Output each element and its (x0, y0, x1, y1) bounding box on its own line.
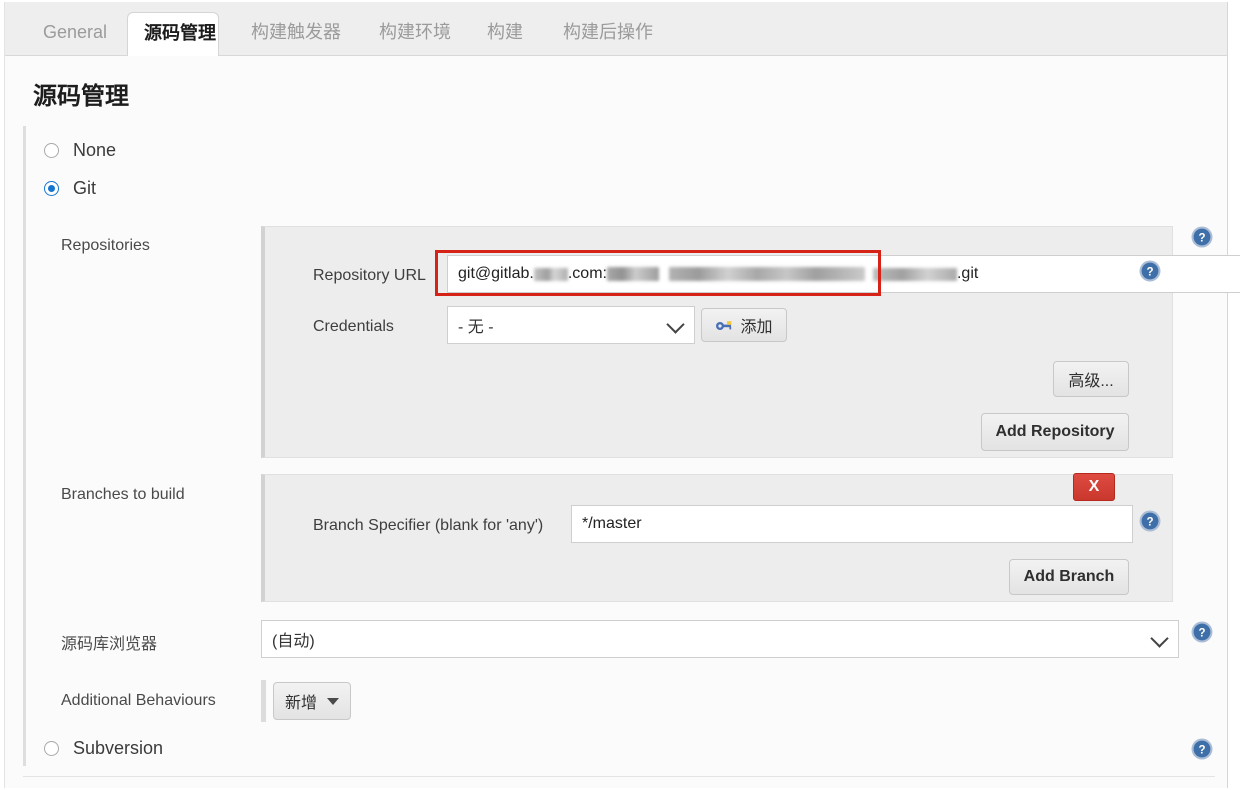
tab-post-build-actions[interactable]: 构建后操作 (547, 12, 661, 56)
tab-build-environment[interactable]: 构建环境 (363, 12, 457, 56)
additional-behaviours-accent (261, 680, 266, 722)
repositories-panel: Repository URL git@gitlab. .com: .git Cred… (261, 226, 1240, 458)
add-credentials-label: 添加 (740, 319, 773, 336)
additional-behaviours-label: Additional Behaviours (61, 692, 216, 709)
branch-specifier-label: Branch Specifier (blank for 'any') (313, 517, 544, 534)
config-frame: General 源码管理 构建触发器 构建环境 构建 构建后操作 源码管理 No… (4, 2, 1240, 788)
add-credentials-button[interactable]: 添加 (701, 308, 787, 342)
help-icon-repositories[interactable]: ? (1191, 226, 1213, 248)
add-repository-label: Add Repository (995, 423, 1115, 440)
repository-url-suffix: .git (956, 265, 979, 282)
credentials-label: Credentials (313, 318, 394, 335)
credentials-select-value: - 无 - (458, 319, 494, 336)
help-icon-repository-browser[interactable]: ? (1191, 621, 1213, 643)
config-tabbar: General 源码管理 构建触发器 构建环境 构建 构建后操作 (5, 2, 1227, 56)
tab-source-code-management-label: 源码管理 (144, 23, 216, 43)
add-branch-button[interactable]: Add Branch (1009, 559, 1129, 595)
repository-url-label: Repository URL (313, 267, 426, 284)
branch-specifier-value: */master (582, 515, 642, 532)
chevron-down-icon (666, 315, 685, 334)
chevron-down-icon-browser (1150, 629, 1169, 648)
tab-build-environment-label: 构建环境 (379, 22, 451, 42)
svg-text:?: ? (1146, 266, 1153, 278)
svg-text:?: ? (1146, 516, 1153, 528)
tab-source-code-management[interactable]: 源码管理 (127, 12, 219, 56)
advanced-button-label: 高级... (1068, 373, 1114, 390)
repository-url-redacted-repo (872, 267, 957, 281)
tab-general[interactable]: General (27, 12, 113, 56)
help-icon-repository-url[interactable]: ? (1139, 260, 1161, 282)
help-icon-branch-specifier[interactable]: ? (1139, 510, 1161, 532)
branch-specifier-input[interactable]: */master (571, 505, 1133, 543)
repository-url-middle: .com: (567, 265, 607, 282)
repository-browser-select[interactable]: (自动) (261, 620, 1179, 658)
add-behaviour-button[interactable]: 新增 (273, 682, 351, 720)
repository-url-prefix: git@gitlab. (458, 265, 534, 282)
jenkins-job-config-page: General 源码管理 构建触发器 构建环境 构建 构建后操作 源码管理 No… (0, 0, 1240, 790)
tab-build[interactable]: 构建 (471, 12, 535, 56)
svg-text:?: ? (1198, 744, 1205, 756)
scm-radio-git-label: Git (73, 178, 97, 198)
repository-browser-label: 源码库浏览器 (61, 636, 158, 653)
radio-subversion-indicator (44, 741, 59, 756)
branches-panel: Branch Specifier (blank for 'any') */mas… (261, 474, 1173, 602)
caret-down-icon (327, 697, 339, 705)
scm-radio-subversion[interactable]: Subversion (44, 738, 163, 759)
repository-url-redacted-path (668, 267, 865, 281)
scm-radio-none[interactable]: None (44, 140, 116, 161)
add-branch-label: Add Branch (1023, 568, 1115, 585)
credentials-select[interactable]: - 无 - (447, 306, 695, 344)
repository-url-input[interactable]: git@gitlab. .com: .git (447, 255, 1240, 293)
page-title: 源码管理 (33, 83, 129, 110)
branches-to-build-label: Branches to build (61, 486, 185, 503)
tab-post-build-actions-label: 构建后操作 (563, 22, 653, 42)
scm-radio-none-label: None (73, 140, 117, 160)
tab-general-label: General (43, 22, 108, 42)
help-icon-subversion[interactable]: ? (1191, 738, 1213, 760)
delete-branch-button[interactable]: X (1073, 473, 1115, 501)
tab-build-label: 构建 (487, 22, 523, 42)
svg-text:?: ? (1198, 627, 1205, 639)
add-behaviour-label: 新增 (284, 695, 317, 712)
tab-build-triggers[interactable]: 构建触发器 (235, 12, 349, 56)
key-icon (715, 318, 733, 332)
radio-none-indicator (44, 143, 59, 158)
bottom-divider (23, 776, 1215, 777)
radio-git-indicator (44, 181, 59, 196)
svg-text:?: ? (1198, 232, 1205, 244)
repositories-label: Repositories (61, 237, 150, 254)
tab-build-triggers-label: 构建触发器 (251, 22, 341, 42)
scm-radio-subversion-label: Subversion (73, 738, 164, 758)
repository-browser-value: (自动) (272, 633, 315, 650)
delete-branch-label: X (1088, 478, 1100, 495)
repository-url-redacted-host (533, 267, 568, 281)
scm-radio-git[interactable]: Git (44, 178, 96, 199)
add-repository-button[interactable]: Add Repository (981, 413, 1129, 451)
repository-url-redacted-group (606, 267, 659, 281)
advanced-button[interactable]: 高级... (1053, 361, 1129, 397)
